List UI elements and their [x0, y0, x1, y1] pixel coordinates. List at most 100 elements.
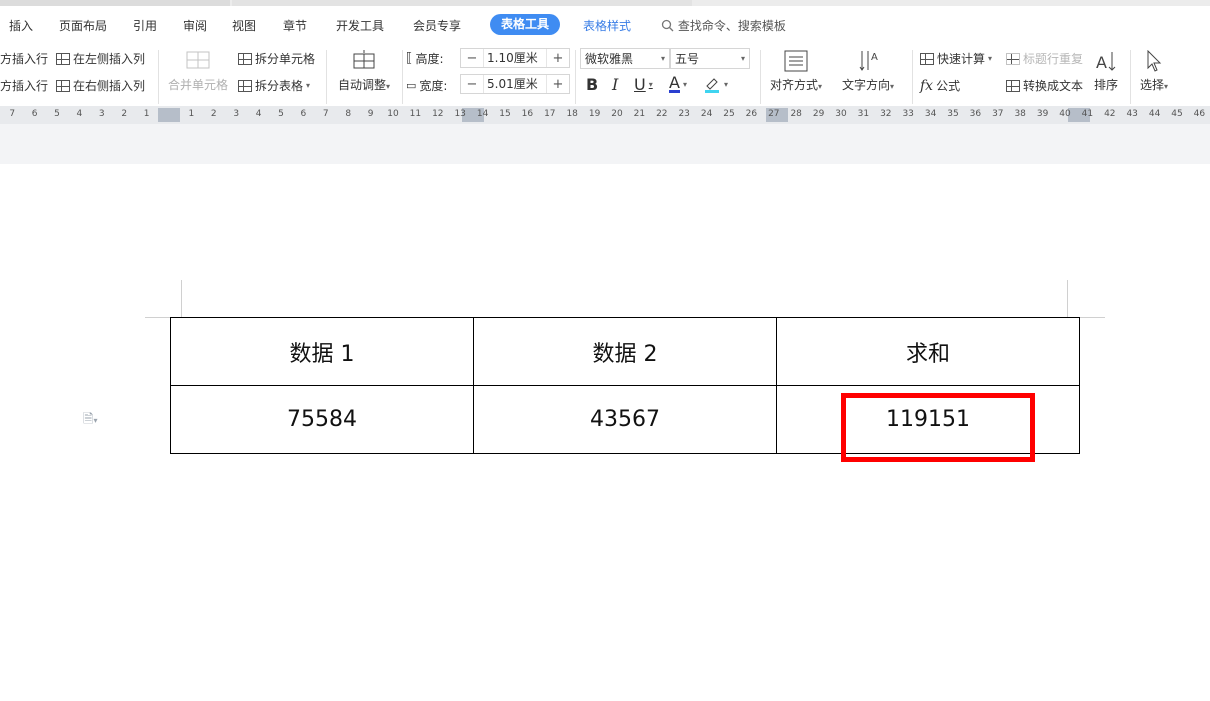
- text-direction-label: 文字方向: [842, 78, 891, 92]
- table-cell-header[interactable]: 求和: [776, 317, 1080, 386]
- repeat-header-label: 标题行重复: [1023, 52, 1084, 66]
- page-margin-guide: [1067, 280, 1068, 317]
- ruler-tick: 46: [1193, 109, 1206, 119]
- select-button[interactable]: 选择▾: [1140, 49, 1168, 93]
- ruler-tick: 40: [1059, 109, 1071, 119]
- font-color-button[interactable]: A ▾: [669, 75, 687, 93]
- decrease-width-button[interactable]: −: [461, 77, 483, 92]
- split-cells-icon: [238, 52, 252, 65]
- ruler-tick: 33: [902, 109, 914, 119]
- ruler-tick: 15: [499, 109, 511, 119]
- insert-col-left-button[interactable]: 在左侧插入列: [56, 50, 145, 67]
- ruler-tick: 2: [210, 109, 217, 119]
- col-width-icon: ▭: [406, 79, 417, 92]
- table-cell-header[interactable]: 数据 1: [170, 317, 474, 386]
- merge-cells-icon: [186, 50, 210, 72]
- menu-chapter[interactable]: 章节: [283, 17, 307, 34]
- fx-icon: fx: [920, 77, 934, 94]
- menu-page-layout[interactable]: 页面布局: [59, 17, 107, 34]
- insert-row-above-button[interactable]: 方插入行: [0, 77, 48, 94]
- split-cells-label: 拆分单元格: [255, 52, 316, 66]
- ruler-tick: 2: [121, 109, 128, 119]
- col-width-stepper[interactable]: − 5.01厘米 +: [460, 74, 570, 94]
- ruler-tick: 6: [31, 109, 38, 119]
- search-icon: [661, 19, 674, 32]
- ruler-tick: 7: [322, 109, 329, 119]
- chevron-down-icon: ▾: [93, 416, 98, 425]
- menu-insert[interactable]: 插入: [9, 17, 33, 34]
- font-name-value: 微软雅黑: [585, 52, 634, 66]
- menu-review[interactable]: 审阅: [183, 17, 207, 34]
- formula-button[interactable]: fx 公式: [920, 77, 960, 94]
- repeat-header-button[interactable]: 标题行重复: [1006, 50, 1083, 67]
- increase-height-button[interactable]: +: [547, 51, 569, 66]
- command-search[interactable]: 查找命令、搜索模板: [661, 17, 786, 34]
- ribbon-separator: [402, 50, 403, 104]
- align-button[interactable]: 对齐方式▾: [770, 50, 822, 93]
- chevron-down-icon: ▾: [306, 81, 311, 90]
- ruler-tick: 38: [1014, 109, 1026, 119]
- table-cell[interactable]: 75584: [170, 385, 474, 454]
- insert-col-right-label: 在右侧插入列: [73, 79, 146, 93]
- ruler-tick: 25: [723, 109, 735, 119]
- horizontal-ruler[interactable]: 7 6 5 4 3 2 1 1 2 3 4 5 6 7 8 9 10 11 12 13 14 15 16 17 18 19 20 21…: [0, 106, 1210, 124]
- underline-button[interactable]: U ▾: [634, 75, 653, 94]
- menu-references[interactable]: 引用: [133, 17, 157, 34]
- col-width-value[interactable]: 5.01厘米: [483, 75, 547, 93]
- convert-to-text-label: 转换成文本: [1023, 79, 1084, 93]
- document-icon[interactable]: 🗎▾: [83, 410, 97, 432]
- ruler-tick: 32: [880, 109, 892, 119]
- select-label: 选择: [1140, 78, 1165, 92]
- ruler-tick: 18: [566, 109, 578, 119]
- auto-fit-label: 自动调整: [338, 78, 387, 92]
- ribbon: 方插入行 方插入行 在左侧插入列 在右侧插入列 合并单元格 拆分单元格 拆分表格…: [0, 44, 1210, 106]
- chevron-down-icon: ▾: [386, 82, 391, 91]
- ruler-tick: 27: [768, 109, 780, 119]
- formula-label: 公式: [936, 79, 961, 93]
- row-height-stepper[interactable]: − 1.10厘米 +: [460, 48, 570, 68]
- split-cells-button[interactable]: 拆分单元格: [238, 50, 315, 67]
- bold-button[interactable]: B: [586, 75, 598, 94]
- menu-member[interactable]: 会员专享: [413, 17, 461, 34]
- merge-cells-button[interactable]: 合并单元格: [168, 50, 228, 93]
- menu-view[interactable]: 视图: [232, 17, 256, 34]
- menu-developer[interactable]: 开发工具: [336, 17, 384, 34]
- ruler-tick: 41: [1081, 109, 1094, 119]
- ribbon-separator: [575, 50, 576, 104]
- ruler-tick: 35: [947, 109, 959, 119]
- ruler-tick: 44: [1148, 109, 1161, 119]
- font-size-select[interactable]: 五号 ▾: [670, 48, 750, 69]
- ruler-tick: 26: [745, 109, 758, 119]
- tab-table-style[interactable]: 表格样式: [583, 17, 631, 34]
- font-name-select[interactable]: 微软雅黑 ▾: [580, 48, 670, 69]
- decrease-height-button[interactable]: −: [461, 51, 483, 66]
- table-cell[interactable]: 43567: [473, 385, 777, 454]
- convert-to-text-button[interactable]: 转换成文本: [1006, 77, 1083, 94]
- increase-width-button[interactable]: +: [547, 77, 569, 92]
- sort-icon: A: [1094, 50, 1118, 72]
- sort-label: 排序: [1094, 78, 1119, 92]
- row-height-value[interactable]: 1.10厘米: [483, 49, 547, 67]
- insert-row-below-button[interactable]: 方插入行: [0, 50, 48, 67]
- ruler-tick: 31: [857, 109, 870, 119]
- ruler-tick: 20: [611, 109, 623, 119]
- chevron-down-icon: ▾: [682, 79, 687, 89]
- auto-fit-button[interactable]: 自动调整▾: [338, 50, 390, 93]
- italic-button[interactable]: I: [612, 75, 618, 94]
- ruler-tick: 14: [476, 109, 489, 119]
- quick-calc-button[interactable]: 快速计算 ▾: [920, 50, 992, 67]
- split-table-button[interactable]: 拆分表格 ▾: [238, 77, 310, 94]
- ruler-tick: 4: [255, 109, 262, 119]
- ruler-margin-marker[interactable]: [158, 108, 180, 122]
- insert-row-above-label: 方插入行: [0, 79, 49, 93]
- calculator-icon: [920, 52, 934, 65]
- col-width-text: 宽度:: [419, 79, 448, 93]
- ruler-tick: 43: [1126, 109, 1138, 119]
- highlight-button[interactable]: ▾: [703, 75, 728, 93]
- table-cell-header[interactable]: 数据 2: [473, 317, 777, 386]
- sort-button[interactable]: A 排序: [1094, 50, 1118, 93]
- text-direction-button[interactable]: A 文字方向▾: [842, 50, 894, 93]
- tab-table-tools[interactable]: 表格工具: [490, 14, 561, 35]
- ruler-tick: 23: [678, 109, 690, 119]
- insert-col-right-button[interactable]: 在右侧插入列: [56, 77, 145, 94]
